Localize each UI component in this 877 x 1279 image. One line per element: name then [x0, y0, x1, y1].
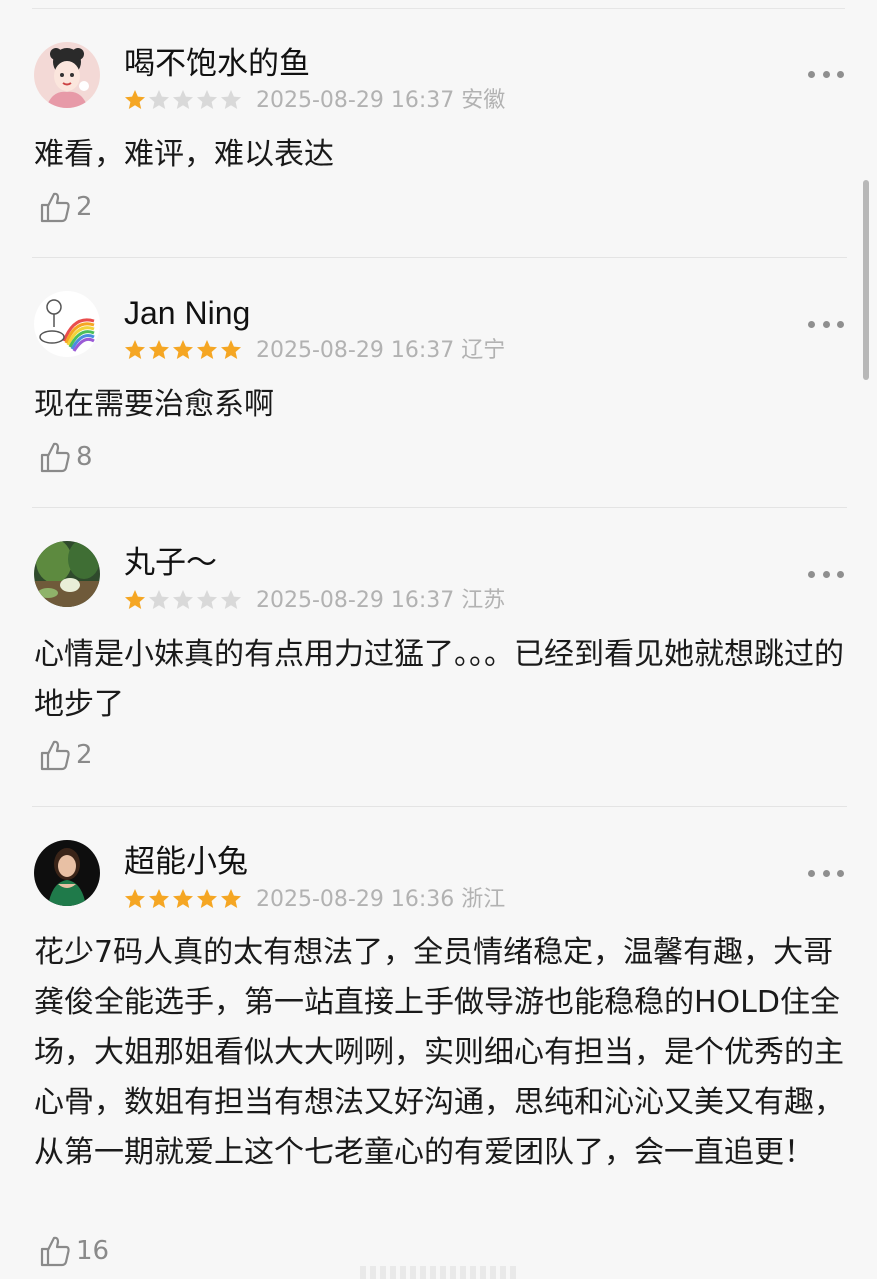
star-icon — [219, 887, 243, 911]
star-icon — [147, 338, 171, 362]
avatar[interactable] — [34, 42, 100, 108]
star-icon — [171, 588, 195, 612]
like-count: 2 — [76, 192, 93, 222]
more-dots-icon[interactable] — [808, 68, 844, 80]
review-content: 花少7码人真的太有想法了，全员情绪稳定，温馨有趣，大哥龚俊全能选手，第一站直接上… — [34, 935, 844, 1170]
star-rating — [123, 588, 243, 614]
star-rating — [123, 338, 243, 364]
more-dots-icon[interactable] — [808, 568, 844, 580]
star-rating — [123, 88, 243, 114]
username[interactable]: 丸子～ — [124, 545, 217, 581]
like-count: 8 — [76, 442, 93, 472]
thumbs-up-icon — [38, 738, 72, 772]
review-meta: 2025-08-29 16:36 浙江 — [256, 887, 506, 912]
star-icon — [219, 88, 243, 112]
divider — [32, 257, 847, 258]
home-indicator — [360, 1266, 520, 1279]
avatar[interactable] — [34, 840, 100, 906]
woman-portrait-avatar-icon — [34, 840, 100, 906]
like-count: 16 — [76, 1236, 110, 1266]
star-icon — [147, 88, 171, 112]
star-icon — [147, 887, 171, 911]
star-icon — [171, 338, 195, 362]
star-icon — [123, 588, 147, 612]
review-list: 喝不饱水的鱼 2025-08-29 16:37 安徽 难看，难评，难以表达 2 — [0, 0, 877, 1279]
avatar[interactable] — [34, 291, 100, 357]
more-dots-icon[interactable] — [808, 318, 844, 330]
like-button[interactable]: 16 — [38, 1234, 109, 1268]
rainbow-cloud-avatar-icon — [34, 291, 100, 357]
username[interactable]: Jan Ning — [124, 295, 250, 331]
star-icon — [195, 887, 219, 911]
avatar[interactable] — [34, 541, 100, 607]
username[interactable]: 超能小兔 — [124, 844, 248, 880]
star-icon — [195, 588, 219, 612]
star-icon — [219, 338, 243, 362]
star-icon — [195, 88, 219, 112]
more-dots-icon[interactable] — [808, 867, 844, 879]
like-button[interactable]: 2 — [38, 190, 93, 224]
thumbs-up-icon — [38, 1234, 72, 1268]
review-meta: 2025-08-29 16:37 辽宁 — [256, 338, 506, 363]
star-icon — [147, 588, 171, 612]
star-icon — [171, 887, 195, 911]
thumbs-up-icon — [38, 190, 72, 224]
scrollbar[interactable] — [863, 180, 869, 380]
like-button[interactable]: 2 — [38, 738, 93, 772]
review-content: 难看，难评，难以表达 — [34, 137, 334, 172]
like-count: 2 — [76, 740, 93, 770]
star-icon — [195, 338, 219, 362]
review-content: 现在需要治愈系啊 — [34, 387, 274, 422]
star-icon — [219, 588, 243, 612]
thumbs-up-icon — [38, 440, 72, 474]
username[interactable]: 喝不饱水的鱼 — [124, 46, 310, 82]
review-meta: 2025-08-29 16:37 安徽 — [256, 88, 506, 113]
star-icon — [171, 88, 195, 112]
cartoon-girl-avatar-icon — [34, 42, 100, 108]
divider — [32, 806, 847, 807]
review-meta: 2025-08-29 16:37 江苏 — [256, 588, 506, 613]
divider — [32, 507, 847, 508]
like-button[interactable]: 8 — [38, 440, 93, 474]
star-icon — [123, 887, 147, 911]
review-content: 心情是小妹真的有点用力过猛了。。。已经到看见她就想跳过的地步了 — [34, 637, 844, 722]
star-rating — [123, 887, 243, 913]
forest-scene-avatar-icon — [34, 541, 100, 607]
star-icon — [123, 338, 147, 362]
star-icon — [123, 88, 147, 112]
